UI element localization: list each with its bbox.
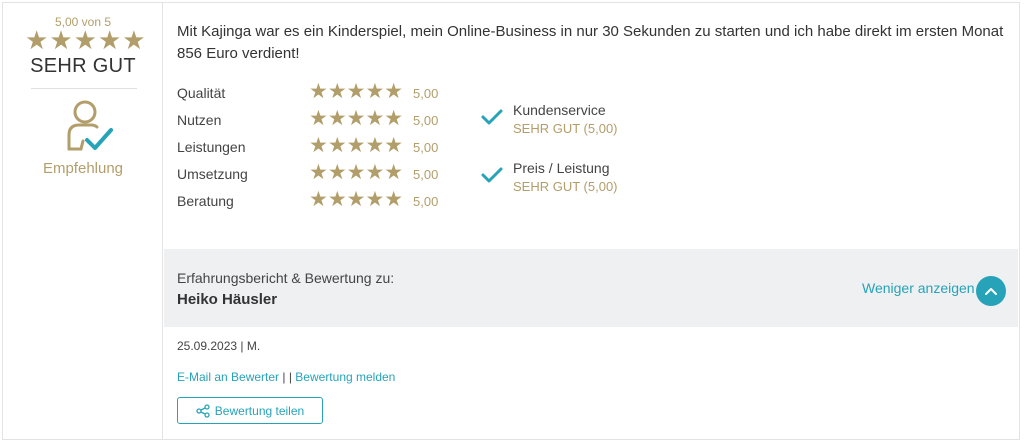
extra-value: SEHR GUT (5,00) [513, 121, 618, 136]
overall-stars: ★ ★ ★ ★ ★ [25, 27, 146, 53]
report-header: Erfahrungsbericht & Bewertung zu: Heiko … [164, 249, 1018, 327]
divider [31, 88, 137, 89]
rating-row: Qualität ★★★★★ 5,00 [177, 81, 477, 108]
rating-stars: ★★★★★ [309, 162, 403, 184]
ratings-list: Qualität ★★★★★ 5,00 Nutzen ★★★★★ 5,00 Le… [177, 81, 477, 216]
rating-row: Umsetzung ★★★★★ 5,00 [177, 162, 477, 189]
rating-row: Nutzen ★★★★★ 5,00 [177, 108, 477, 135]
share-review-button[interactable]: Bewertung teilen [177, 397, 323, 424]
person-check-icon [67, 100, 113, 151]
review-card: 5,00 von 5 ★ ★ ★ ★ ★ SEHR GUT Empfehlung… [2, 2, 1020, 440]
review-text: Mit Kajinga war es ein Kinderspiel, mein… [177, 23, 1004, 62]
star-icon: ★ [73, 25, 97, 55]
rating-label: Leistungen [177, 139, 246, 155]
extra-title: Preis / Leistung [513, 160, 610, 176]
rating-stars: ★★★★★ [309, 189, 403, 211]
review-main: Mit Kajinga war es ein Kinderspiel, mein… [163, 3, 1019, 439]
link-separator: | | [279, 370, 296, 384]
extra-value: SEHR GUT (5,00) [513, 179, 618, 194]
star-icon: ★ [25, 25, 49, 55]
review-date-author: 25.09.2023 | M. [177, 339, 261, 353]
show-less-link[interactable]: Weniger anzeigen [862, 280, 975, 296]
rating-value: 5,00 [413, 140, 439, 155]
star-icon: ★ [97, 25, 122, 55]
star-icon: ★★★★★ [309, 80, 404, 103]
share-icon [196, 403, 210, 418]
star-icon: ★★★★★ [309, 161, 404, 184]
rating-label: Umsetzung [177, 166, 248, 182]
email-reviewer-link[interactable]: E-Mail an Bewerter [177, 370, 279, 384]
rating-label: Beratung [177, 193, 234, 209]
collapse-button[interactable] [976, 276, 1006, 306]
star-icon: ★★★★★ [309, 188, 404, 211]
rating-stars: ★★★★★ [309, 108, 403, 130]
reviewed-person-name: Heiko Häusler [177, 291, 278, 308]
star-icon: ★ [122, 25, 146, 55]
rating-row: Leistungen ★★★★★ 5,00 [177, 135, 477, 162]
rating-value: 5,00 [413, 194, 439, 209]
recommendation-label: Empfehlung [42, 160, 124, 177]
rating-value: 5,00 [413, 113, 439, 128]
summary-column: 5,00 von 5 ★ ★ ★ ★ ★ SEHR GUT Empfehlung [3, 3, 163, 439]
rating-value: 5,00 [413, 167, 439, 182]
rating-stars: ★★★★★ [309, 135, 403, 157]
extra-title: Kundenservice [513, 102, 606, 118]
rating-stars: ★★★★★ [309, 81, 403, 103]
star-icon: ★★★★★ [309, 134, 404, 157]
rating-value: 5,00 [413, 86, 439, 101]
checkmark-icon [481, 167, 503, 183]
share-label: Bewertung teilen [214, 403, 305, 418]
report-review-link[interactable]: Bewertung melden [295, 370, 395, 384]
star-icon: ★ [49, 25, 73, 55]
rating-row: Beratung ★★★★★ 5,00 [177, 189, 477, 216]
overall-verdict: SEHR GUT [30, 55, 136, 77]
checkmark-icon [481, 109, 503, 125]
rating-label: Qualität [177, 85, 226, 101]
report-subtitle: Erfahrungsbericht & Bewertung zu: [177, 270, 395, 286]
chevron-up-icon [985, 288, 997, 295]
action-links: E-Mail an Bewerter | | Bewertung melden [177, 370, 395, 384]
star-icon: ★★★★★ [309, 107, 404, 130]
rating-label: Nutzen [177, 112, 222, 128]
